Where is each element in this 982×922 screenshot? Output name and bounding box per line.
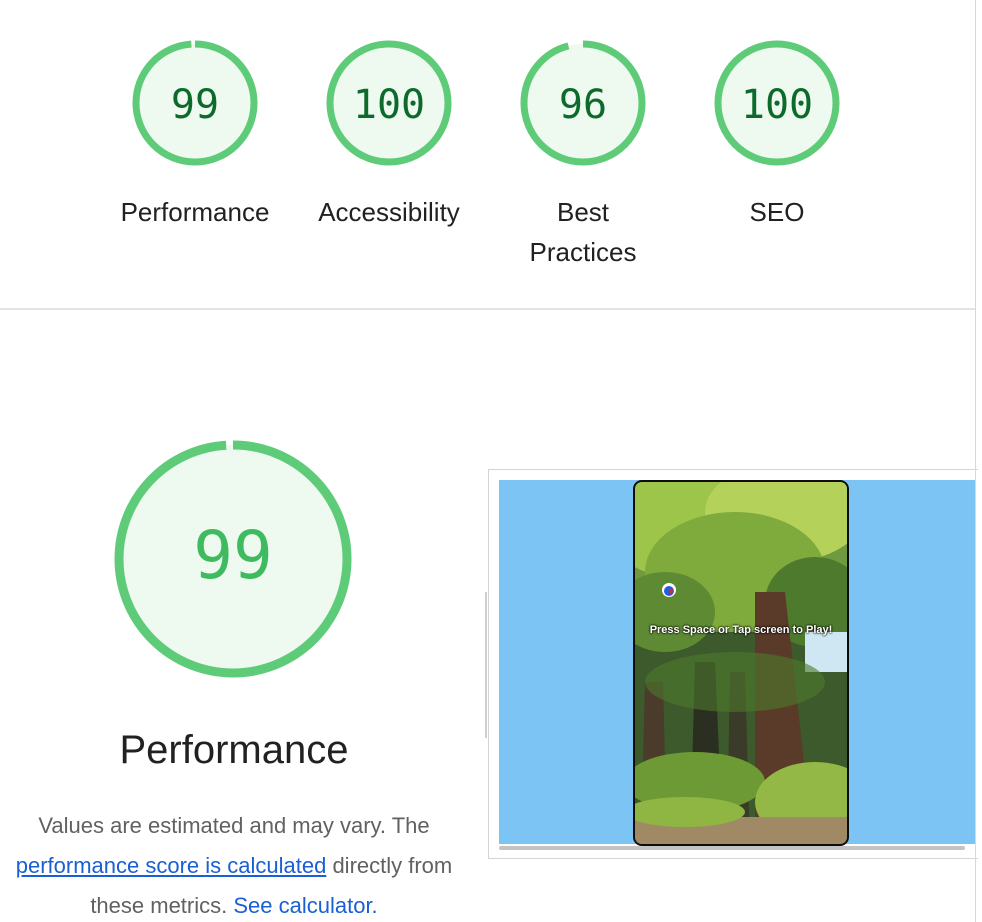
panel-border [975, 0, 976, 922]
performance-title: Performance [119, 728, 349, 772]
gauge-ring-icon: 100 [714, 40, 840, 166]
category-gauges: 99 Performance 100 Accessibility 96 Best… [0, 0, 975, 309]
gauge-best-practices[interactable]: 96 Best Practices [483, 38, 683, 272]
gauge-score: 100 [353, 82, 425, 128]
screenshot-scrollbar[interactable] [499, 846, 965, 850]
see-calculator-link[interactable]: See calculator. [233, 893, 377, 918]
gauge-label-line2: Practices [529, 237, 637, 267]
gauge-seo[interactable]: 100 SEO [677, 38, 877, 232]
game-start-text: Press Space or Tap screen to Play! [649, 624, 833, 636]
performance-description: Values are estimated and may vary. The p… [0, 806, 478, 922]
gauge-label-line1: Best [556, 197, 610, 227]
gauge-label: Performance [120, 197, 270, 227]
gauge-accessibility[interactable]: 100 Accessibility [289, 38, 489, 232]
forest-scene-image [635, 482, 847, 844]
gauge-score: 99 [171, 82, 219, 128]
gauge-ring-icon: 100 [326, 40, 452, 166]
performance-gauge-large: 99 [112, 438, 354, 680]
section-divider [0, 308, 975, 310]
player-ball-icon [661, 582, 677, 598]
gauge-ring-icon: 99 [114, 440, 352, 678]
final-screenshot[interactable]: Press Space or Tap screen to Play! [488, 469, 978, 859]
game-screenshot-image: Press Space or Tap screen to Play! [633, 480, 849, 846]
gauge-label: Accessibility [318, 197, 460, 227]
desc-prefix: Values are estimated and may vary. The [38, 813, 430, 838]
gauge-score: 96 [559, 82, 607, 128]
gauge-label: SEO [749, 197, 805, 227]
performance-score: 99 [193, 517, 272, 594]
gauge-performance[interactable]: 99 Performance [95, 38, 295, 232]
lighthouse-report: 99 Performance 100 Accessibility 96 Best… [0, 0, 982, 922]
gauge-ring-icon: 99 [132, 40, 258, 166]
gauge-label: Best Practices [483, 192, 683, 272]
resize-handle[interactable] [485, 592, 487, 738]
gauge-score: 100 [741, 82, 813, 128]
gauge-ring-icon: 96 [520, 40, 646, 166]
score-calculated-link[interactable]: performance score is calculated [16, 853, 327, 878]
